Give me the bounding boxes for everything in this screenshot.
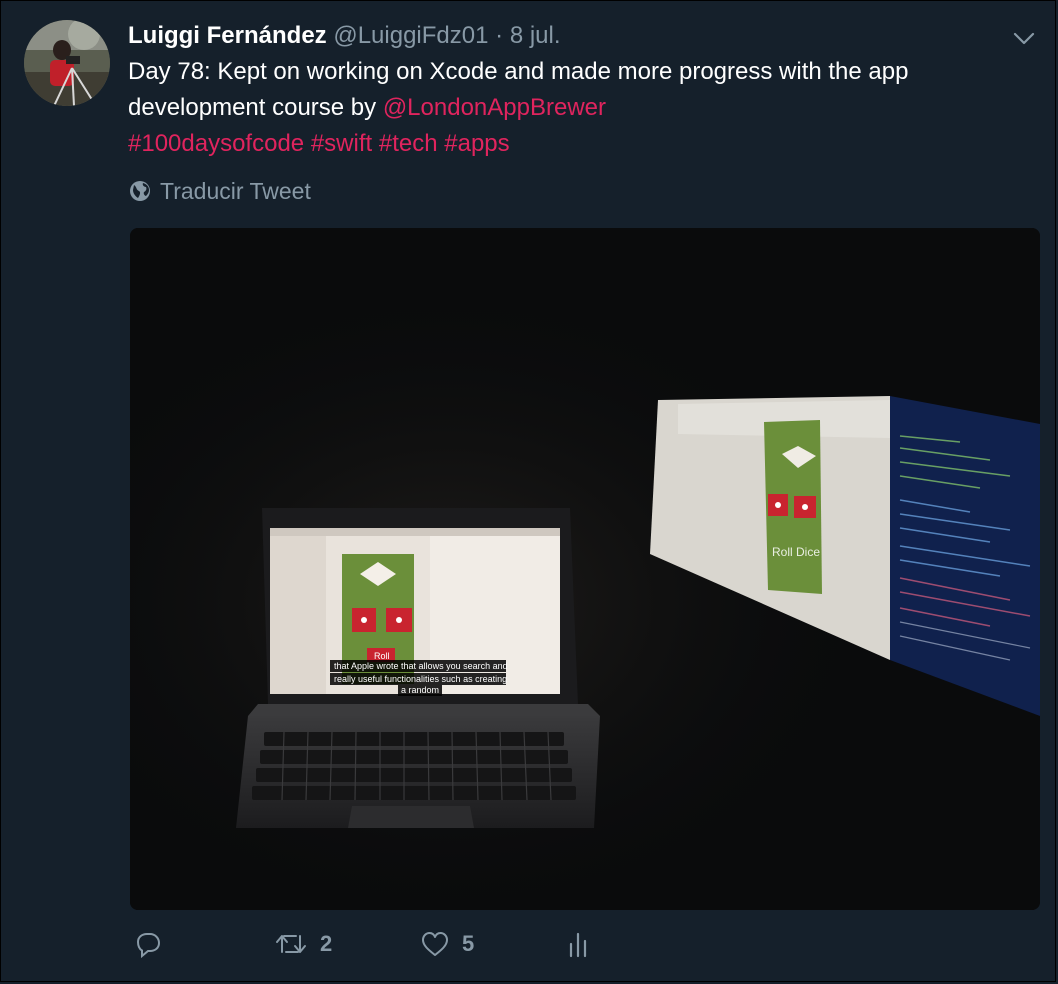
reply-icon [136,933,161,958]
tweet-photo[interactable]: Roll Dice Roll that Apple wrote that all… [130,228,1040,910]
laptop: Roll that Apple wrote that allows you se… [236,508,600,828]
globe-icon [130,181,150,201]
hashtag-link[interactable]: #100daysofcode [128,130,304,157]
hashtag-link[interactable]: #apps [444,130,509,157]
chevron-down-icon[interactable] [1010,24,1038,52]
laptop-subtitle-line2: really useful functionalities such as cr… [334,674,507,684]
heart-icon [422,932,448,956]
analytics-button[interactable] [566,930,590,958]
tweet-text: Day 78: Kept on working on Xcode and mad… [128,54,1028,162]
translate-tweet-button[interactable]: Traducir Tweet [128,176,311,206]
mention-link[interactable]: @LondonAppBrewer [383,94,606,121]
retweet-icon [276,935,306,953]
retweet-count: 2 [320,931,333,956]
tweet-actions: 2 5 [130,930,730,966]
avatar-photo [24,20,110,106]
like-button[interactable]: 5 [420,930,474,958]
reply-button[interactable] [134,930,174,958]
like-count: 5 [462,931,475,956]
separator: · [495,22,504,49]
projection-app-button: Roll Dice [772,545,820,559]
laptop-app-button: Roll [374,651,390,661]
hashtag-link[interactable]: #swift [311,130,372,157]
photo-scene: Roll Dice Roll that Apple wrote that all… [130,228,1040,910]
retweet-button[interactable]: 2 [274,930,332,958]
laptop-subtitle-line3: a random [401,685,439,695]
analytics-icon [569,932,587,958]
author-handle[interactable]: @LuiggiFdz01 [333,22,488,49]
laptop-subtitle-line1: that Apple wrote that allows you search … [334,661,508,671]
translate-label: Traducir Tweet [160,178,311,204]
tweet-date[interactable]: 8 jul. [510,22,561,49]
tweet-header: Luiggi Fernández @LuiggiFdz01 · 8 jul. [128,20,561,52]
author-name[interactable]: Luiggi Fernández [128,22,327,49]
hashtag-link[interactable]: #tech [379,130,438,157]
avatar[interactable] [24,20,110,106]
